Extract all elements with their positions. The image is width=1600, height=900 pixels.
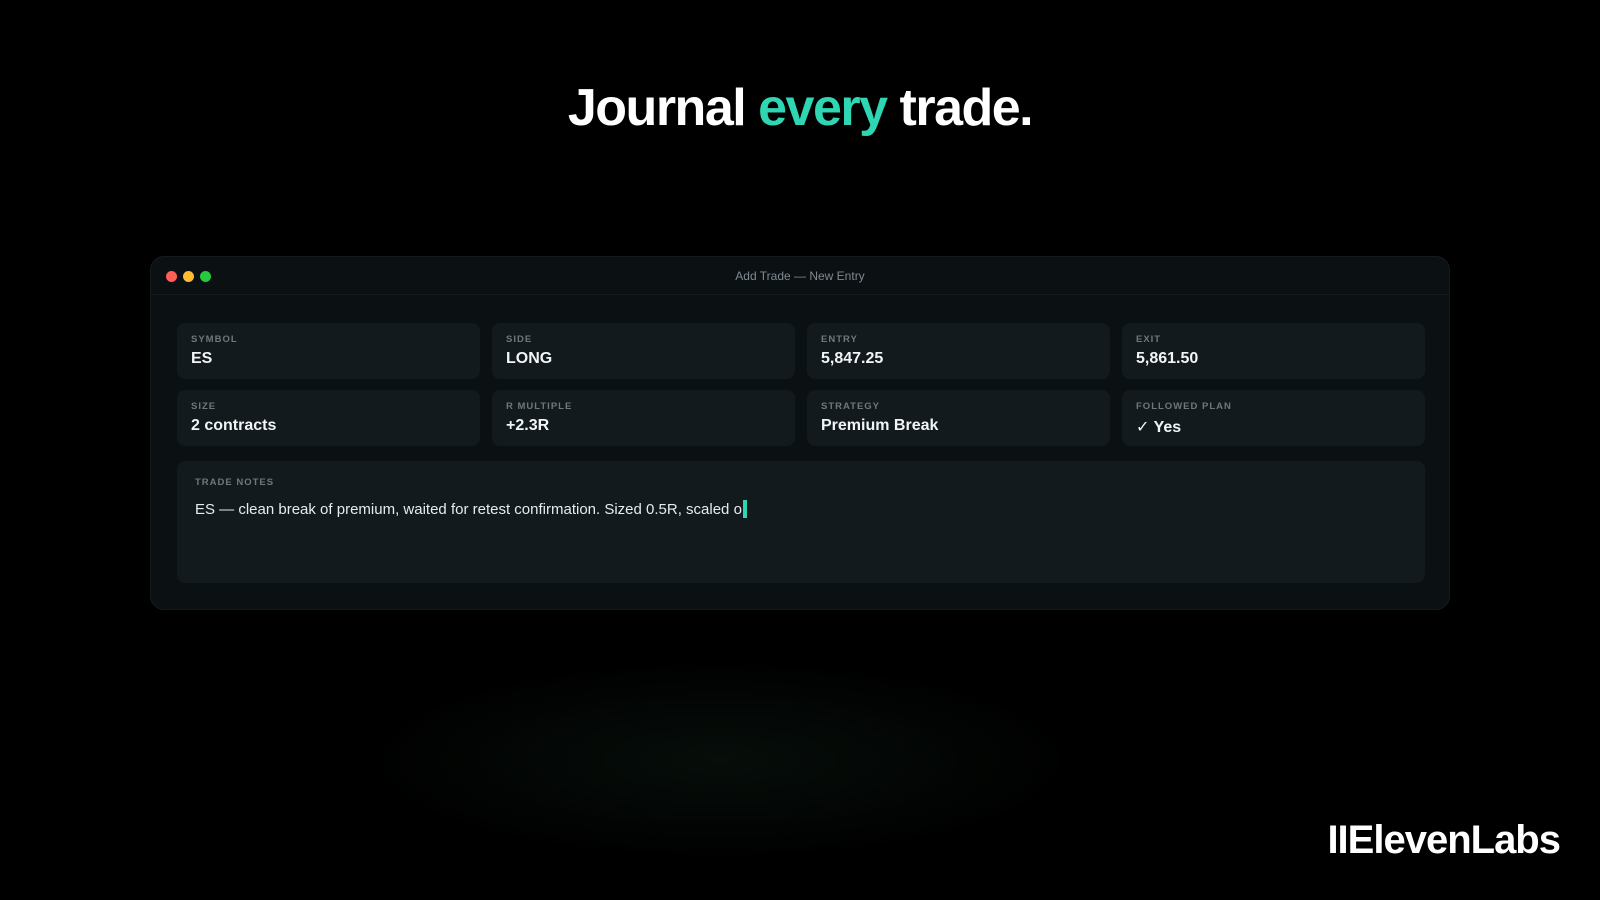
side-label: SIDE	[506, 334, 533, 345]
background-glow	[360, 660, 1080, 860]
stage: Journal every trade. Add Trade — New Ent…	[0, 0, 1600, 900]
window-controls	[166, 271, 211, 282]
maximize-window-button[interactable]	[200, 271, 211, 282]
symbol-field[interactable]: SYMBOL ES	[177, 323, 480, 379]
side-value: LONG	[506, 350, 553, 367]
exit-field[interactable]: EXIT 5,861.50	[1122, 323, 1425, 379]
r-multiple-label: R MULTIPLE	[506, 401, 573, 412]
trade-notes-input[interactable]: ES — clean break of premium, waited for …	[195, 500, 1407, 518]
size-field[interactable]: SIZE 2 contracts	[177, 390, 480, 446]
entry-field[interactable]: ENTRY 5,847.25	[807, 323, 1110, 379]
headline-accent: every	[758, 79, 888, 137]
close-window-button[interactable]	[166, 271, 177, 282]
strategy-value: Premium Break	[821, 417, 939, 434]
trade-notes-field[interactable]: TRADE NOTES ES — clean break of premium,…	[177, 461, 1425, 583]
exit-value: 5,861.50	[1136, 350, 1199, 367]
exit-label: EXIT	[1136, 334, 1162, 345]
r-multiple-field[interactable]: R MULTIPLE +2.3R	[492, 390, 795, 446]
minimize-window-button[interactable]	[183, 271, 194, 282]
followed-plan-value: ✓ Yes	[1136, 419, 1182, 436]
trade-notes-text: ES — clean break of premium, waited for …	[195, 500, 742, 518]
r-multiple-value: +2.3R	[506, 417, 550, 434]
headline-part-1: Journal	[567, 79, 759, 137]
symbol-label: SYMBOL	[191, 334, 238, 345]
trade-notes-label: TRADE NOTES	[195, 477, 275, 488]
text-cursor	[742, 500, 747, 518]
entry-label: ENTRY	[821, 334, 858, 345]
add-trade-window: Add Trade — New Entry SYMBOL ES SIDE LON…	[150, 256, 1450, 610]
window-title: Add Trade — New Entry	[735, 268, 865, 283]
trade-fields-grid: SYMBOL ES SIDE LONG ENTRY 5,847.25 EXIT …	[177, 323, 1425, 446]
window-titlebar[interactable]: Add Trade — New Entry	[151, 257, 1449, 295]
followed-plan-label: FOLLOWED PLAN	[1136, 401, 1232, 412]
followed-plan-field[interactable]: FOLLOWED PLAN ✓ Yes	[1122, 390, 1425, 446]
symbol-value: ES	[191, 350, 213, 367]
size-label: SIZE	[191, 401, 217, 412]
entry-value: 5,847.25	[821, 350, 884, 367]
strategy-label: STRATEGY	[821, 401, 881, 412]
elevenlabs-logo: IIElevenLabs	[1327, 818, 1561, 862]
headline: Journal every trade.	[0, 78, 1600, 138]
side-field[interactable]: SIDE LONG	[492, 323, 795, 379]
size-value: 2 contracts	[191, 417, 277, 434]
strategy-field[interactable]: STRATEGY Premium Break	[807, 390, 1110, 446]
headline-part-2: trade.	[886, 79, 1034, 137]
